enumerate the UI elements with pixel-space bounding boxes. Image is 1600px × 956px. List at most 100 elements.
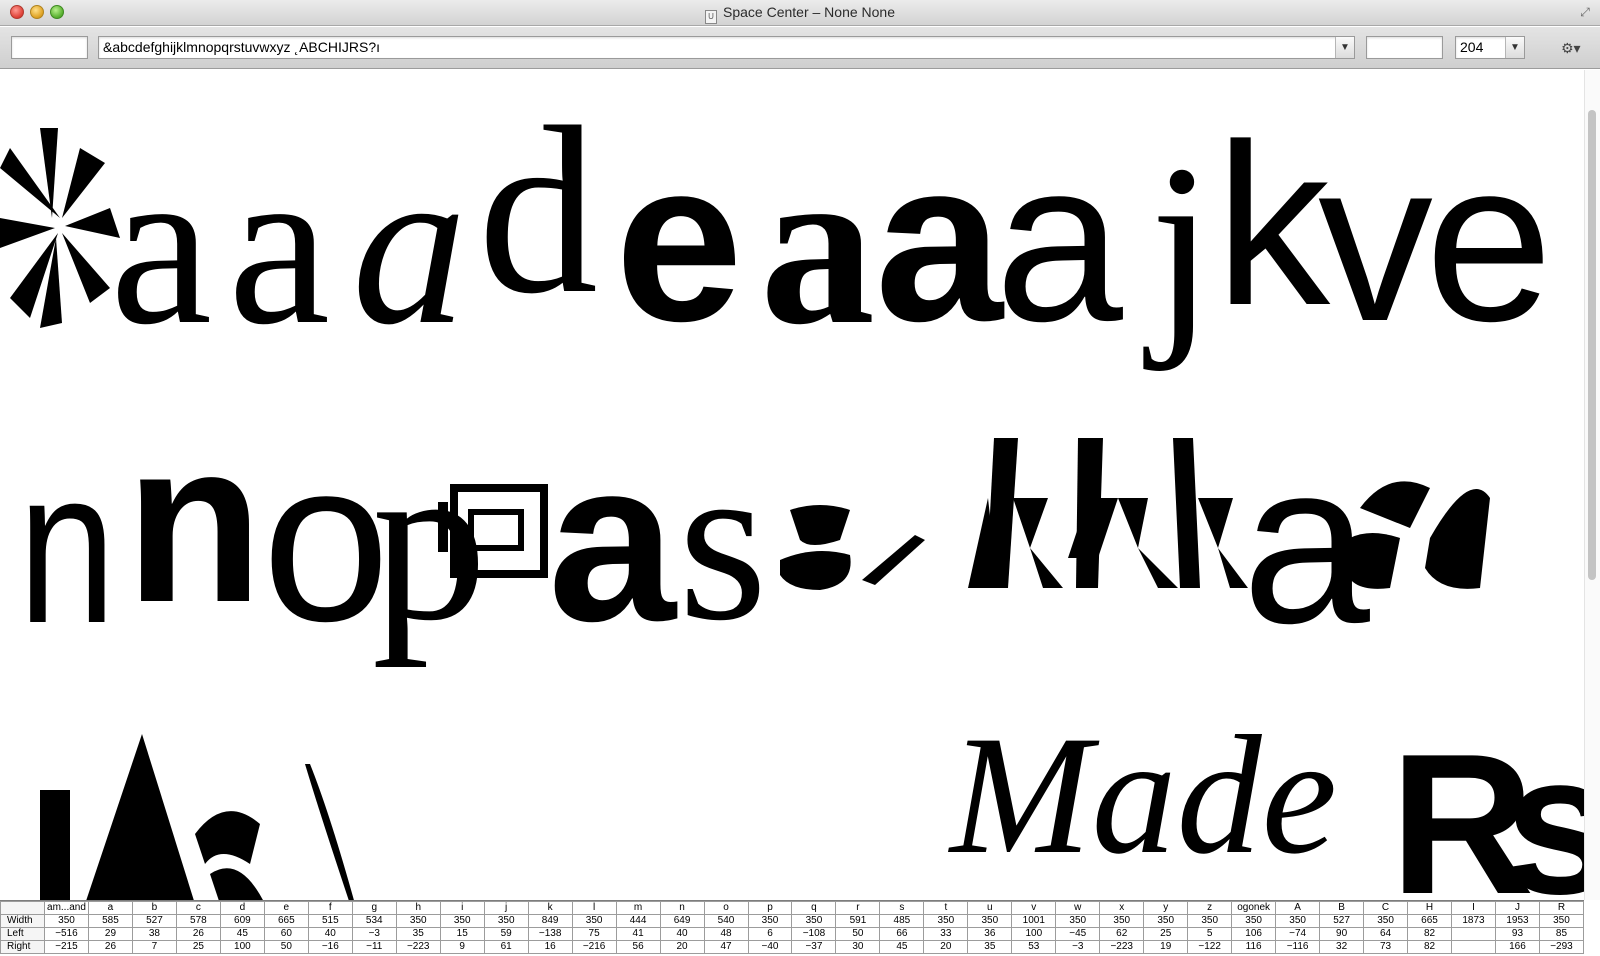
metrics-cell[interactable]: 350 <box>923 914 969 928</box>
metrics-cell[interactable]: 350 <box>439 914 485 928</box>
metrics-cell[interactable]: 56 <box>615 940 661 954</box>
metrics-cell[interactable]: 75 <box>571 927 617 941</box>
metrics-cell[interactable]: 609 <box>219 914 265 928</box>
metrics-cell[interactable]: 116 <box>1231 940 1277 954</box>
metrics-cell[interactable]: 85 <box>1538 927 1585 941</box>
metrics-cell[interactable]: 350 <box>1055 914 1101 928</box>
metrics-cell[interactable]: 59 <box>483 927 529 941</box>
metrics-cell[interactable]: 665 <box>1407 914 1452 928</box>
metrics-cell[interactable]: 93 <box>1494 927 1540 941</box>
metrics-cell[interactable]: −11 <box>351 940 397 954</box>
metrics-cell[interactable]: 540 <box>703 914 749 928</box>
metrics-cell[interactable]: 350 <box>1275 914 1321 928</box>
metrics-cell[interactable]: 350 <box>44 914 89 928</box>
metrics-cell[interactable]: 1001 <box>1011 914 1057 928</box>
metrics-cell[interactable]: 66 <box>879 927 925 941</box>
metrics-cell[interactable]: −138 <box>527 927 573 941</box>
metrics-cell[interactable]: 527 <box>1319 914 1365 928</box>
metrics-cell[interactable]: 444 <box>615 914 661 928</box>
metrics-cell[interactable]: 350 <box>1538 914 1585 928</box>
metrics-cell[interactable]: 48 <box>703 927 749 941</box>
metrics-cell[interactable]: 5 <box>1187 927 1233 941</box>
metrics-cell[interactable]: 25 <box>1143 927 1189 941</box>
metrics-cell[interactable]: 33 <box>923 927 969 941</box>
metrics-cell[interactable]: 41 <box>615 927 661 941</box>
metrics-cell[interactable]: 82 <box>1407 927 1452 941</box>
metrics-cell[interactable]: 1953 <box>1494 914 1540 928</box>
metrics-cell[interactable]: 19 <box>1143 940 1189 954</box>
metrics-cell[interactable]: 485 <box>879 914 925 928</box>
metrics-cell[interactable]: 73 <box>1363 940 1409 954</box>
metrics-cell[interactable]: −45 <box>1055 927 1101 941</box>
metrics-cell[interactable]: 6 <box>747 927 793 941</box>
scrollbar-thumb[interactable] <box>1588 110 1596 580</box>
metrics-cell[interactable]: −293 <box>1538 940 1585 954</box>
text-input-combo[interactable]: &abcdefghijklmnopqrstuvwxyz ˛ABCHIJRS?ı … <box>98 36 1355 59</box>
metrics-cell[interactable]: 90 <box>1319 927 1365 941</box>
metrics-cell[interactable]: 350 <box>1143 914 1189 928</box>
metrics-cell[interactable]: −516 <box>44 927 89 941</box>
metrics-cell[interactable]: −122 <box>1187 940 1233 954</box>
metrics-cell[interactable]: −40 <box>747 940 793 954</box>
metrics-cell[interactable]: 515 <box>307 914 353 928</box>
metrics-cell[interactable]: 64 <box>1363 927 1409 941</box>
metrics-cell[interactable]: 26 <box>175 927 221 941</box>
metrics-cell[interactable]: −116 <box>1275 940 1321 954</box>
metrics-cell[interactable]: 9 <box>439 940 485 954</box>
metrics-cell[interactable]: 578 <box>175 914 221 928</box>
metrics-cell[interactable]: 665 <box>263 914 309 928</box>
metrics-cell[interactable]: 649 <box>659 914 705 928</box>
metrics-cell[interactable]: 350 <box>967 914 1013 928</box>
gear-icon[interactable]: ⚙▾ <box>1561 39 1581 57</box>
metrics-cell[interactable]: 20 <box>659 940 705 954</box>
metrics-cell[interactable]: −223 <box>1099 940 1145 954</box>
metrics-cell[interactable]: 38 <box>131 927 177 941</box>
metrics-cell[interactable] <box>1451 940 1496 954</box>
metrics-cell[interactable]: −3 <box>351 927 397 941</box>
metrics-cell[interactable]: 47 <box>703 940 749 954</box>
metrics-cell[interactable]: 100 <box>1011 927 1057 941</box>
fullscreen-icon[interactable]: ⤢ <box>1578 5 1592 19</box>
metrics-cell[interactable]: 62 <box>1099 927 1145 941</box>
metrics-cell[interactable]: 32 <box>1319 940 1365 954</box>
metrics-cell[interactable]: 350 <box>1231 914 1277 928</box>
metrics-cell[interactable]: 40 <box>659 927 705 941</box>
metrics-cell[interactable]: 25 <box>175 940 221 954</box>
metrics-cell[interactable]: 45 <box>219 927 265 941</box>
metrics-cell[interactable]: 30 <box>835 940 881 954</box>
metrics-cell[interactable]: −74 <box>1275 927 1321 941</box>
metrics-cell[interactable]: 585 <box>87 914 133 928</box>
metrics-cell[interactable]: 7 <box>131 940 177 954</box>
metrics-cell[interactable]: 20 <box>923 940 969 954</box>
metrics-cell[interactable]: 1873 <box>1451 914 1496 928</box>
metrics-cell[interactable]: −215 <box>44 940 89 954</box>
metrics-cell[interactable]: 60 <box>263 927 309 941</box>
metrics-cell[interactable]: −216 <box>571 940 617 954</box>
metrics-cell[interactable]: 350 <box>395 914 441 928</box>
metrics-cell[interactable]: 350 <box>1099 914 1145 928</box>
metrics-cell[interactable]: −16 <box>307 940 353 954</box>
metrics-cell[interactable]: 29 <box>87 927 133 941</box>
point-size-combo[interactable]: 204 ▼ <box>1455 36 1525 59</box>
metrics-cell[interactable]: 350 <box>483 914 529 928</box>
metrics-cell[interactable]: 106 <box>1231 927 1277 941</box>
metrics-cell[interactable]: 40 <box>307 927 353 941</box>
metrics-cell[interactable]: 61 <box>483 940 529 954</box>
chevron-down-icon[interactable]: ▼ <box>1335 37 1354 58</box>
pre-text-field[interactable] <box>11 36 88 59</box>
metrics-cell[interactable]: 35 <box>967 940 1013 954</box>
glyph-preview-canvas[interactable]: a a a d e a a a j k v e n n o p a s a Ma… <box>0 70 1584 900</box>
metrics-cell[interactable]: 50 <box>835 927 881 941</box>
metrics-cell[interactable]: 350 <box>747 914 793 928</box>
after-text-field[interactable] <box>1366 36 1443 59</box>
chevron-down-icon[interactable]: ▼ <box>1505 37 1524 58</box>
metrics-cell[interactable]: 534 <box>351 914 397 928</box>
metrics-cell[interactable]: −37 <box>791 940 837 954</box>
metrics-cell[interactable]: 16 <box>527 940 573 954</box>
metrics-cell[interactable]: 350 <box>1187 914 1233 928</box>
metrics-cell[interactable]: 527 <box>131 914 177 928</box>
metrics-cell[interactable]: 45 <box>879 940 925 954</box>
metrics-cell[interactable]: 350 <box>1363 914 1409 928</box>
metrics-cell[interactable]: 849 <box>527 914 573 928</box>
metrics-cell[interactable] <box>1451 927 1496 941</box>
